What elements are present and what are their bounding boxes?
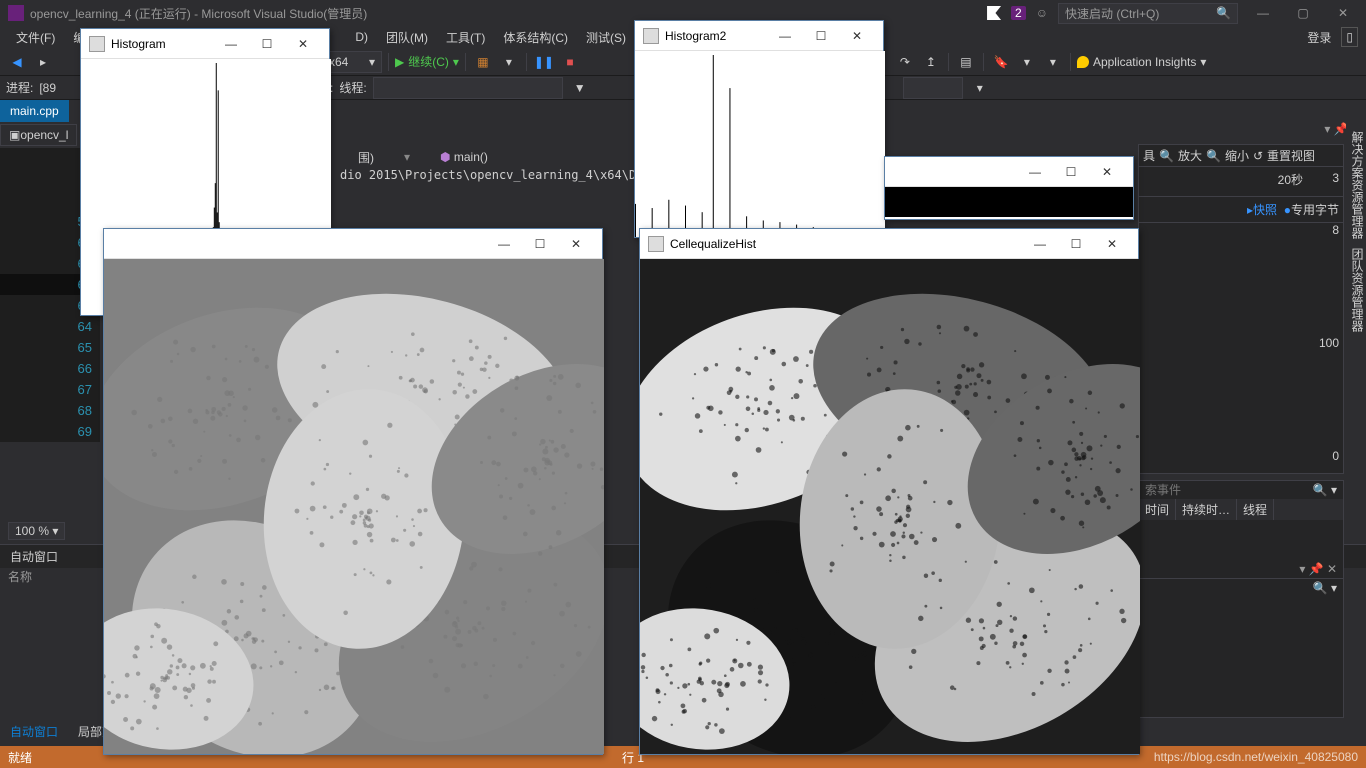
maximize-button[interactable]: ☐ [522,237,558,251]
search-icon[interactable]: 🔍 ▾ [1313,581,1337,595]
tab-autos[interactable]: 自动窗口 [0,721,68,742]
bookmark-icon[interactable]: 🔖 [990,51,1012,73]
thread-label: 线程: [339,79,366,96]
maximize-button[interactable]: ☐ [1058,237,1094,251]
diagnostic-panel: 具 🔍放大 🔍缩小 ↺重置视图 20秒 3 ▸快照 ●专用字节 8 100 0 [1138,144,1344,474]
tool-icon[interactable]: ▾ [1042,51,1064,73]
close-button[interactable]: ✕ [558,237,594,251]
user-icon[interactable]: ▯ [1341,27,1358,47]
forward-button[interactable]: ▸ [32,51,54,73]
maximize-button[interactable]: ▢ [1288,3,1318,23]
histogram2-chart [635,51,885,237]
minimize-button[interactable]: — [486,237,522,251]
col-thread[interactable]: 线程 [1237,499,1274,520]
pause-button[interactable]: ❚❚ [533,51,555,73]
private-bytes-label: 专用字节 [1291,203,1339,217]
dropdown-icon[interactable]: ▾ [969,77,991,99]
zoom-in-icon[interactable]: 🔍 [1159,149,1174,163]
status-ready: 就绪 [8,749,32,766]
stop-button[interactable]: ■ [559,51,581,73]
process-label: 进程: [6,79,33,96]
equalized-image-window[interactable]: CellequalizeHist — ☐ ✕ [639,228,1139,755]
col-duration[interactable]: 持续时… [1176,499,1237,520]
memory-chart: 8 100 0 [1139,223,1343,463]
login-link[interactable]: 登录 [1299,27,1339,48]
menu-debug[interactable]: D) [347,28,376,46]
minimize-button[interactable]: — [1248,3,1278,23]
filter-icon[interactable]: ▼ [569,77,591,99]
back-button[interactable]: ◀ [6,51,28,73]
minimize-button[interactable]: — [213,37,249,51]
source-image-window[interactable]: — ☐ ✕ [103,228,603,755]
source-image [104,259,604,754]
notification-badge[interactable]: 2 [1011,6,1026,20]
vs-icon [8,5,24,21]
tab-project[interactable]: ▣ opencv_l [0,124,77,146]
autos-title: 自动窗口 [0,546,68,567]
window-title: opencv_learning_4 (正在运行) - Microsoft Vis… [30,5,987,22]
menu-tools[interactable]: 工具(T) [438,27,493,48]
menu-arch[interactable]: 体系结构(C) [495,27,576,48]
diag-toolbar: 具 🔍放大 🔍缩小 ↺重置视图 [1139,145,1343,167]
watermark: https://blog.csdn.net/weixin_40825080 [1154,750,1358,764]
insights-label[interactable]: Application Insights [1093,55,1196,69]
close-button[interactable]: ✕ [839,29,875,43]
quick-launch-input[interactable]: 快速启动 (Ctrl+Q)🔍 [1058,3,1238,24]
close-button[interactable]: ✕ [285,37,321,51]
search-icon[interactable]: 🔍 ▾ [1313,483,1337,497]
window-icon [643,28,659,44]
maximize-button[interactable]: ☐ [249,37,285,51]
thread-combo[interactable] [373,77,563,99]
function-label[interactable]: main() [454,150,488,164]
histogram2-window[interactable]: Histogram2 — ☐ ✕ [634,20,884,238]
close-button[interactable]: ✕ [1094,237,1130,251]
maximize-button[interactable]: ☐ [803,29,839,43]
menu-file[interactable]: 文件(F) [8,27,63,48]
tool-icon[interactable]: ▤ [955,51,977,73]
step-out-icon[interactable]: ↥ [920,51,942,73]
side-tab-solution[interactable]: 解决方案资源管理器 团队资源管理器 [1346,122,1366,342]
stack-combo[interactable] [903,77,963,99]
window-icon [648,236,664,252]
minimize-button[interactable]: — [1022,237,1058,251]
flag-icon[interactable] [987,6,1001,20]
zoom-out-icon[interactable]: 🔍 [1206,149,1221,163]
insights-icon [1077,56,1089,68]
event-search-input[interactable] [1145,483,1313,497]
close-button[interactable]: ✕ [1089,165,1125,179]
events-panel: 🔍 ▾ 时间 持续时… 线程 ▾ 📌 ✕ 🔍 ▾ [1138,480,1344,718]
reset-view-icon[interactable]: ↺ [1253,149,1263,163]
snapshot-label[interactable]: ▸快照 [1247,203,1277,217]
zoom-combo[interactable]: 100 % ▾ [8,522,65,540]
diag-tools-label: 具 [1143,147,1155,164]
window-icon [89,36,105,52]
minimize-button[interactable]: — [767,29,803,43]
tool-icon[interactable]: ▾ [498,51,520,73]
histogram2-title: Histogram2 [665,29,726,43]
tab-main-cpp[interactable]: main.cpp [0,100,69,122]
process-value: [89 [39,81,56,95]
minimize-button[interactable]: — [1017,165,1053,179]
col-time[interactable]: 时间 [1139,499,1176,520]
histogram-title: Histogram [111,37,166,51]
continue-button[interactable]: ▶ 继续(C) ▾ [395,53,459,70]
tool-icon[interactable]: ▦ [472,51,494,73]
feedback-icon[interactable]: ☺ [1036,6,1048,20]
col-name[interactable]: 名称 [8,570,32,584]
event-columns: 时间 持续时… 线程 [1139,499,1343,520]
menu-test[interactable]: 测试(S) [578,27,634,48]
step-over-icon[interactable]: ↷ [894,51,916,73]
equalized-image [640,259,1140,754]
debug-output-path: dio 2015\Projects\opencv_learning_4\x64\… [340,168,680,188]
time-label: 20秒 [1278,171,1303,188]
platform-combo[interactable]: x64▾ [322,51,382,73]
equalized-title: CellequalizeHist [670,237,756,251]
console-window[interactable]: — ☐ ✕ [884,156,1134,220]
menu-team[interactable]: 团队(M) [378,27,436,48]
scope-label[interactable]: 围) [358,149,374,166]
close-button[interactable]: ✕ [1328,3,1358,23]
tool-icon[interactable]: ▾ [1016,51,1038,73]
maximize-button[interactable]: ☐ [1053,165,1089,179]
